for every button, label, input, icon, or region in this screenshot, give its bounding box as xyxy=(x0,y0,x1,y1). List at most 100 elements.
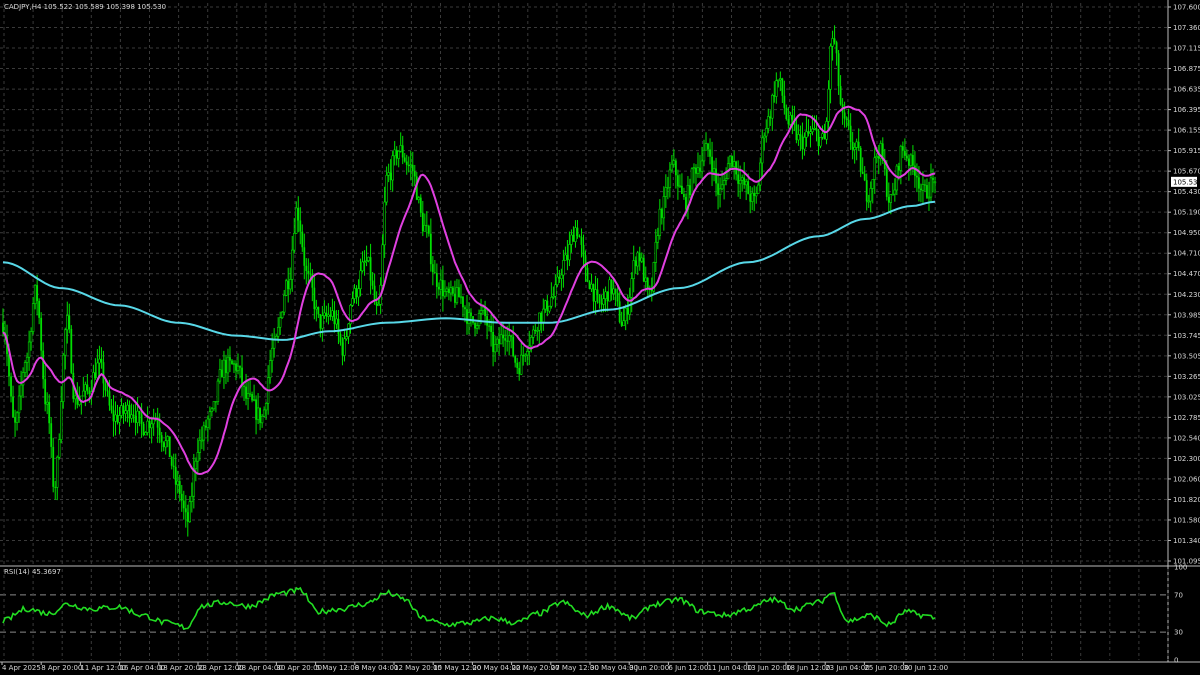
candle-body xyxy=(572,235,575,242)
candle-body xyxy=(433,272,436,274)
candle-body xyxy=(590,283,593,290)
candle-body xyxy=(331,310,334,317)
candle-body xyxy=(132,414,135,416)
candle-body xyxy=(578,235,581,238)
candle-body xyxy=(291,249,294,280)
candle-body xyxy=(534,329,537,332)
candle-body xyxy=(929,177,933,198)
candle-body xyxy=(674,160,677,176)
candle-body xyxy=(588,281,591,289)
candle-body xyxy=(720,184,724,190)
candle-body xyxy=(646,277,649,288)
candle-body xyxy=(172,465,175,467)
candle-body xyxy=(280,311,284,318)
candle-body xyxy=(285,280,288,296)
time-tick-label: 30 Jun 12:00 xyxy=(904,664,948,672)
candle-body xyxy=(873,157,876,180)
candle-body xyxy=(685,197,687,210)
price-tick-label: 103.505 xyxy=(1173,352,1200,360)
candle-body xyxy=(180,493,183,501)
candle-body xyxy=(196,452,200,462)
candle-body xyxy=(616,292,619,302)
candle-body xyxy=(243,385,245,387)
candle-body xyxy=(512,336,515,356)
rsi-tick-label: 30 xyxy=(1174,629,1183,637)
time-tick-label: 13 Jun 20:00 xyxy=(747,664,791,672)
candle-body xyxy=(552,295,555,298)
candle-body xyxy=(335,318,338,325)
candle-body xyxy=(260,415,264,424)
candle-body xyxy=(564,254,567,261)
candle-body xyxy=(142,423,145,436)
time-tick-label: 5 May 12:00 xyxy=(316,664,360,672)
candle-body xyxy=(245,386,247,399)
candle-body xyxy=(672,160,676,165)
rsi-tick-label: 0 xyxy=(1174,657,1178,665)
candle-body xyxy=(82,390,85,397)
candle-body xyxy=(827,88,830,122)
price-tick-label: 102.300 xyxy=(1173,455,1200,463)
candle-body xyxy=(773,95,776,97)
candle-body xyxy=(235,363,237,371)
candle-body xyxy=(114,414,117,422)
candle-body xyxy=(475,325,479,329)
candle-body xyxy=(449,287,453,294)
candle-body xyxy=(325,312,328,317)
candle-body xyxy=(871,179,874,189)
candle-body xyxy=(206,418,210,428)
candle-body xyxy=(138,411,141,415)
candle-body xyxy=(36,285,39,301)
candle-body xyxy=(251,394,253,401)
candle-body xyxy=(393,149,396,157)
candle-body xyxy=(554,284,557,297)
candle-body xyxy=(104,383,107,391)
candle-body xyxy=(853,147,856,150)
candle-body xyxy=(409,164,412,167)
candle-body xyxy=(14,417,16,423)
candle-body xyxy=(709,149,711,157)
candle-body xyxy=(516,362,519,368)
candle-body xyxy=(462,296,464,308)
candle-body xyxy=(809,131,812,134)
candle-body xyxy=(178,481,181,494)
candle-body xyxy=(359,270,362,290)
candle-body xyxy=(499,334,503,345)
candle-body xyxy=(889,194,893,203)
candle-body xyxy=(477,313,481,327)
candle-body xyxy=(620,322,623,326)
candle-body xyxy=(443,291,447,297)
candle-body xyxy=(875,156,878,159)
time-tick-label: 4 Apr 2025 xyxy=(2,664,41,672)
candle-body xyxy=(74,395,77,400)
candle-body xyxy=(249,393,251,395)
candle-body xyxy=(423,224,427,232)
candle-body xyxy=(759,162,762,186)
price-tick-label: 102.785 xyxy=(1173,414,1200,422)
candle-body xyxy=(580,237,583,245)
candle-body xyxy=(918,177,920,189)
candle-body xyxy=(361,261,364,272)
candle-body xyxy=(448,288,450,294)
candle-body xyxy=(110,405,113,411)
candle-body xyxy=(437,286,440,290)
candle-body xyxy=(664,187,668,197)
candle-body xyxy=(747,181,750,194)
candle-body xyxy=(188,501,192,522)
candle-body xyxy=(731,156,734,167)
candle-body xyxy=(259,407,262,423)
price-tick-label: 102.060 xyxy=(1173,475,1200,483)
candle-body xyxy=(857,141,860,148)
candle-body xyxy=(231,360,233,365)
candle-body xyxy=(815,128,818,132)
candle-body xyxy=(732,161,736,167)
candle-body xyxy=(912,154,914,166)
candle-body xyxy=(45,401,49,405)
candle-body xyxy=(495,338,499,345)
candle-body xyxy=(903,150,906,156)
candle-body xyxy=(861,171,864,174)
candle-body xyxy=(779,78,782,81)
candle-body xyxy=(550,297,553,307)
candle-body xyxy=(401,145,404,158)
candle-body xyxy=(905,155,908,159)
candle-body xyxy=(391,155,394,181)
